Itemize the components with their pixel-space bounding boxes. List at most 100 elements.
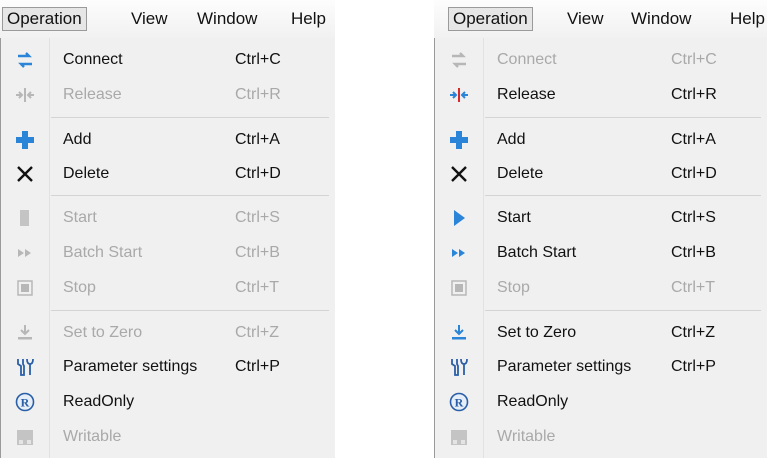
menu-item-shortcut: Ctrl+Z: [235, 324, 279, 341]
delete-icon: [449, 164, 469, 184]
menu-item-writable[interactable]: Writable: [435, 422, 767, 452]
menu-item-stop[interactable]: Stop Ctrl+T: [1, 273, 335, 303]
menu-item-label: Stop: [63, 279, 96, 296]
readonly-icon: R: [15, 392, 35, 412]
menu-item-label: Set to Zero: [63, 324, 143, 341]
menu-item-label: Set to Zero: [497, 324, 577, 341]
set-to-zero-icon: [449, 323, 469, 343]
menu-item-label: Parameter settings: [63, 358, 198, 375]
menu-item-label: Start: [63, 209, 97, 226]
add-icon: [15, 130, 35, 150]
menu-item-label: Parameter settings: [497, 358, 632, 375]
menu-item-add[interactable]: Add Ctrl+A: [1, 125, 335, 155]
menu-separator: [51, 310, 329, 311]
batch-start-icon: [15, 243, 35, 263]
menu-separator: [485, 195, 761, 196]
menu-item-writable[interactable]: Writable: [1, 422, 335, 452]
menu-item-label: Add: [497, 131, 526, 148]
set-to-zero-icon: [15, 323, 35, 343]
menu-item-batch-start[interactable]: Batch Start Ctrl+B: [435, 238, 767, 268]
menu-item-shortcut: Ctrl+R: [671, 86, 717, 103]
menu-item-shortcut: Ctrl+P: [671, 358, 716, 375]
stop-icon: [15, 278, 35, 298]
menu-item-add[interactable]: Add Ctrl+A: [435, 125, 767, 155]
menu-item-release[interactable]: Release Ctrl+R: [1, 80, 335, 110]
menu-separator: [51, 195, 329, 196]
connect-icon: [449, 50, 469, 70]
menu-item-label: Release: [497, 86, 556, 103]
menu-item-start[interactable]: Start Ctrl+S: [435, 203, 767, 233]
menu-item-label: Stop: [497, 279, 530, 296]
menu-separator: [485, 310, 761, 311]
menu-separator: [485, 117, 761, 118]
menu-item-shortcut: Ctrl+Z: [671, 324, 715, 341]
wrench-icon: [449, 357, 469, 377]
menu-item-set-to-zero[interactable]: Set to Zero Ctrl+Z: [435, 318, 767, 348]
menu-separator: [51, 117, 329, 118]
menubar: Operation View Window Help: [0, 0, 335, 38]
operation-menu-left: Operation View Window Help Connect Ctrl+C…: [0, 0, 335, 458]
menu-item-label: Connect: [497, 51, 557, 68]
menu-item-parameter-settings[interactable]: Parameter settings Ctrl+P: [435, 352, 767, 382]
menu-item-label: Writable: [63, 428, 122, 445]
wrench-icon: [15, 357, 35, 377]
menu-item-set-to-zero[interactable]: Set to Zero Ctrl+Z: [1, 318, 335, 348]
operation-dropdown: Connect Ctrl+C Release Ctrl+R Add Ctrl+A Delet…: [0, 38, 335, 458]
batch-start-icon: [449, 243, 469, 263]
writable-icon: [15, 427, 35, 447]
menu-view[interactable]: View: [131, 8, 168, 30]
menu-item-shortcut: Ctrl+A: [235, 131, 280, 148]
menu-item-shortcut: Ctrl+A: [671, 131, 716, 148]
start-icon: [449, 208, 469, 228]
menu-item-delete[interactable]: Delete Ctrl+D: [1, 159, 335, 189]
menu-operation[interactable]: Operation: [2, 7, 87, 31]
menu-window[interactable]: Window: [197, 8, 257, 30]
readonly-icon: R: [449, 392, 469, 412]
release-icon: [15, 85, 35, 105]
menu-item-label: Batch Start: [497, 244, 577, 261]
menu-item-label: Add: [63, 131, 92, 148]
menu-help[interactable]: Help: [730, 8, 765, 30]
menu-item-shortcut: Ctrl+C: [671, 51, 717, 68]
menu-item-readonly[interactable]: R ReadOnly: [435, 387, 767, 417]
delete-icon: [15, 164, 35, 184]
menu-item-shortcut: Ctrl+T: [671, 279, 715, 296]
release-icon: [449, 85, 469, 105]
menu-item-delete[interactable]: Delete Ctrl+D: [435, 159, 767, 189]
menu-item-stop[interactable]: Stop Ctrl+T: [435, 273, 767, 303]
menu-item-shortcut: Ctrl+P: [235, 358, 280, 375]
menu-item-batch-start[interactable]: Batch Start Ctrl+B: [1, 238, 335, 268]
menu-item-label: Batch Start: [63, 244, 143, 261]
menu-item-label: Writable: [497, 428, 556, 445]
menu-help[interactable]: Help: [291, 8, 326, 30]
menu-item-readonly[interactable]: R ReadOnly: [1, 387, 335, 417]
menu-item-parameter-settings[interactable]: Parameter settings Ctrl+P: [1, 352, 335, 382]
menu-item-connect[interactable]: Connect Ctrl+C: [435, 45, 767, 75]
svg-text:R: R: [455, 396, 464, 410]
menu-item-label: Start: [497, 209, 531, 226]
menu-view[interactable]: View: [567, 8, 604, 30]
operation-menu-right: Operation View Window Help Connect Ctrl+C…: [434, 0, 767, 458]
menu-item-label: Delete: [497, 165, 544, 182]
menu-item-label: ReadOnly: [63, 393, 135, 410]
menubar: Operation View Window Help: [434, 0, 767, 38]
menu-item-label: ReadOnly: [497, 393, 569, 410]
menu-item-connect[interactable]: Connect Ctrl+C: [1, 45, 335, 75]
stop-icon: [449, 278, 469, 298]
menu-item-start[interactable]: Start Ctrl+S: [1, 203, 335, 233]
menu-item-shortcut: Ctrl+D: [235, 165, 281, 182]
menu-item-release[interactable]: Release Ctrl+R: [435, 80, 767, 110]
operation-dropdown: Connect Ctrl+C Release Ctrl+R Add Ctrl+A Delet…: [434, 38, 767, 458]
menu-item-shortcut: Ctrl+S: [235, 209, 280, 226]
menu-item-label: Delete: [63, 165, 110, 182]
menu-item-shortcut: Ctrl+R: [235, 86, 281, 103]
menu-item-shortcut: Ctrl+B: [671, 244, 716, 261]
svg-text:R: R: [21, 396, 30, 410]
start-icon: [15, 208, 35, 228]
menu-item-shortcut: Ctrl+T: [235, 279, 279, 296]
menu-operation[interactable]: Operation: [448, 7, 533, 31]
menu-item-label: Connect: [63, 51, 123, 68]
connect-icon: [15, 50, 35, 70]
menu-window[interactable]: Window: [631, 8, 691, 30]
add-icon: [449, 130, 469, 150]
